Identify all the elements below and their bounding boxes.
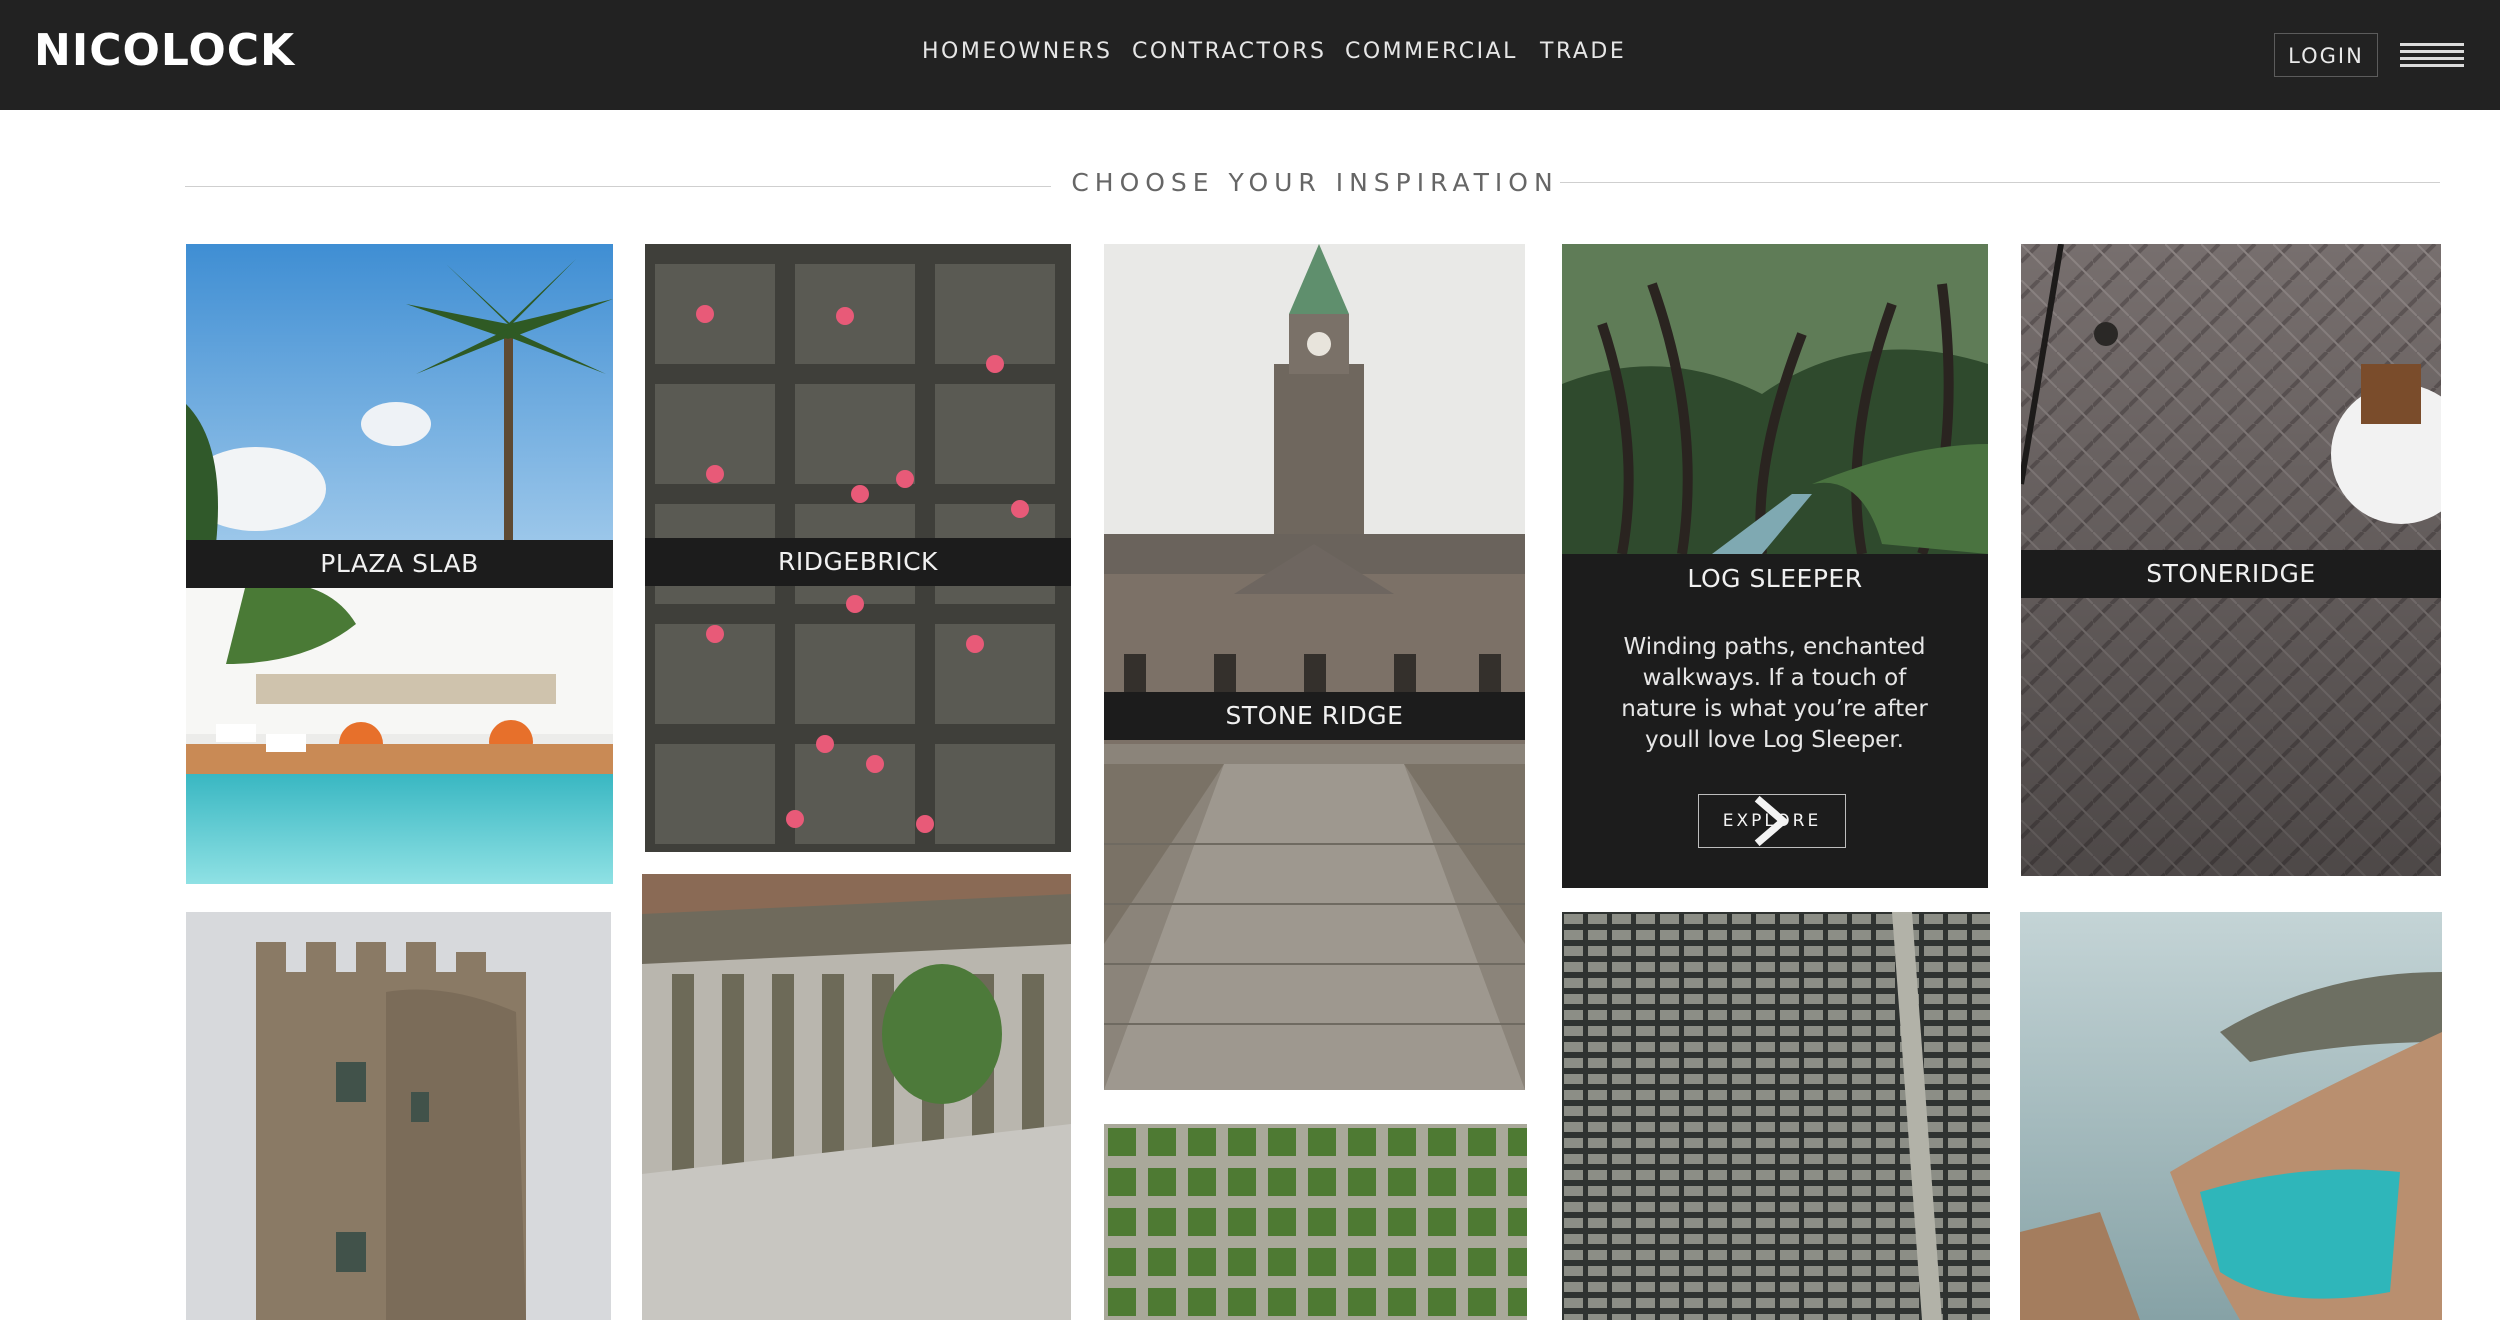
log-sleeper-photo — [1562, 244, 1988, 554]
chevron-right-icon — [1754, 795, 1789, 847]
tile-cobblestone[interactable] — [1562, 912, 1990, 1320]
explore-button[interactable]: EXPLORE — [1698, 794, 1846, 848]
tile-stoneridge[interactable]: STONERIDGE — [2021, 244, 2441, 876]
tile-stone-ridge[interactable]: STONE RIDGE — [1104, 244, 1525, 1090]
nav-item-contractors[interactable]: CONTRACTORS — [1132, 38, 1327, 66]
tile-grass-pavers[interactable] — [1104, 1124, 1527, 1320]
grass-pavers-photo — [1104, 1124, 1527, 1320]
section-title: CHOOSE YOUR INSPIRATION — [1071, 168, 1559, 197]
tile-castle-tower[interactable] — [186, 912, 611, 1320]
tile-plaza-slab[interactable]: PLAZA SLAB — [186, 244, 613, 884]
tile-caption-plaza-slab: PLAZA SLAB — [186, 540, 613, 588]
stone-ridge-photo — [1104, 244, 1525, 1090]
heading-rule-left — [185, 186, 1051, 187]
log-sleeper-panel: LOG SLEEPER Winding paths, enchanted wal… — [1562, 554, 1988, 888]
tile-caption-stone-ridge: STONE RIDGE — [1104, 692, 1525, 740]
login-button[interactable]: LOGIN — [2274, 33, 2378, 77]
heading-rule-right — [1560, 182, 2440, 183]
nav-item-commercial[interactable]: COMMERCIAL — [1345, 38, 1518, 66]
balustrade-photo — [642, 874, 1071, 1320]
top-navigation-bar: NICOLOCK HOMEOWNERS CONTRACTORS COMMERCI… — [0, 0, 2500, 110]
tile-balustrade[interactable] — [642, 874, 1071, 1320]
seaside-pool-photo — [2020, 912, 2442, 1320]
nav-item-trade[interactable]: TRADE — [1540, 38, 1626, 66]
nav-item-homeowners[interactable]: HOMEOWNERS — [922, 38, 1112, 66]
tile-seaside-pool[interactable] — [2020, 912, 2442, 1320]
tile-caption-stoneridge: STONERIDGE — [2021, 550, 2441, 598]
log-sleeper-description: Winding paths, enchanted walkways. If a … — [1621, 634, 1928, 753]
hamburger-menu-icon[interactable] — [2400, 43, 2464, 69]
cobblestone-photo — [1562, 912, 1990, 1320]
castle-tower-photo — [186, 912, 611, 1320]
tile-log-sleeper[interactable]: LOG SLEEPER Winding paths, enchanted wal… — [1562, 244, 1988, 888]
tile-caption-ridgebrick: RIDGEBRICK — [645, 538, 1071, 586]
tile-caption-log-sleeper: LOG SLEEPER — [1687, 564, 1863, 593]
nicolock-logo[interactable]: NICOLOCK — [34, 29, 295, 73]
tile-ridgebrick[interactable]: RIDGEBRICK — [645, 244, 1071, 852]
